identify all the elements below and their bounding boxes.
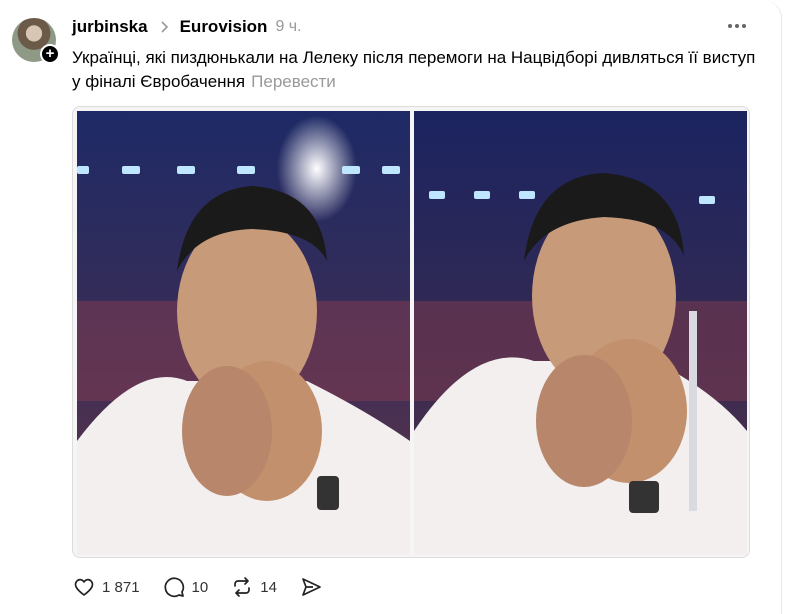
post-image-1[interactable]	[77, 111, 410, 555]
username-link[interactable]: jurbinska	[72, 17, 148, 37]
post-card: + jurbinska Eurovision 9 ч. Українці, як…	[0, 0, 782, 614]
media-grid	[72, 106, 750, 558]
photo-icon	[414, 111, 747, 555]
comment-icon	[164, 577, 184, 598]
more-icon	[728, 24, 732, 28]
comment-button[interactable]: 10	[162, 575, 209, 599]
translate-link[interactable]: Перевести	[251, 72, 336, 91]
repost-icon	[234, 577, 251, 597]
follow-plus-icon[interactable]: +	[40, 44, 60, 64]
post-actions: 1 871 10 14	[72, 574, 323, 600]
like-button[interactable]: 1 871	[72, 575, 140, 599]
heart-icon	[74, 578, 94, 596]
post-text-block: Українці, які пиздюнькали на Лелеку післ…	[72, 46, 762, 94]
comment-count: 10	[191, 578, 209, 596]
post-header: jurbinska Eurovision 9 ч.	[72, 16, 302, 38]
post-time: 9 ч.	[275, 18, 302, 35]
repost-button[interactable]: 14	[230, 575, 277, 599]
share-button[interactable]	[299, 575, 323, 599]
community-link[interactable]: Eurovision	[180, 17, 268, 37]
like-count: 1 871	[102, 578, 140, 596]
chevron-right-icon	[161, 21, 168, 33]
post-image-2[interactable]	[414, 111, 747, 555]
more-options-button[interactable]	[722, 16, 752, 36]
repost-count: 14	[260, 578, 277, 596]
photo-icon	[77, 111, 410, 555]
share-icon	[302, 578, 321, 596]
post-text: Українці, які пиздюнькали на Лелеку післ…	[72, 48, 756, 91]
